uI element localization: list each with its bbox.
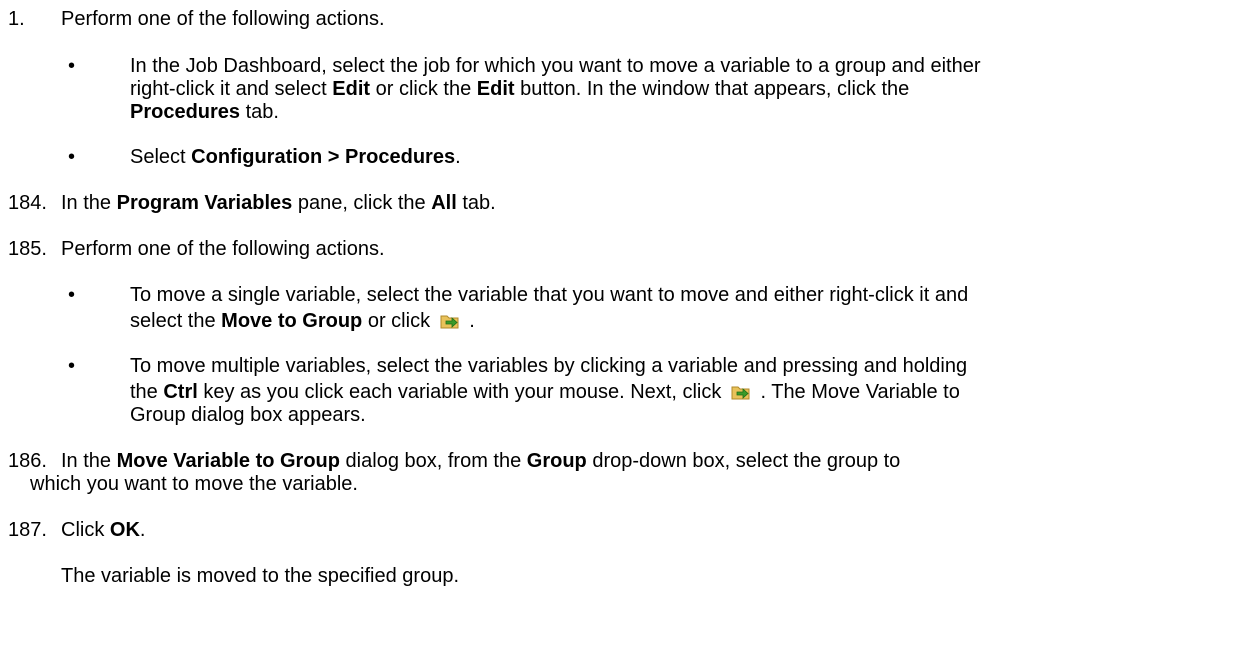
step-number: 184. — [8, 192, 47, 214]
bullet-text: Procedures tab. — [130, 101, 279, 123]
step-number: 1. — [8, 8, 25, 30]
step-text: which you want to move the variable. — [30, 473, 358, 495]
bullet-icon: • — [68, 55, 76, 77]
step-text: Perform one of the following actions. — [61, 8, 385, 30]
step-text: In the Program Variables pane, click the… — [61, 192, 496, 214]
bullet-icon: • — [68, 355, 76, 377]
bullet-text: select the Move to Group or click . — [130, 310, 475, 332]
step-number: 187. — [8, 519, 47, 541]
step-text: Click OK. — [61, 519, 146, 541]
step-result: The variable is moved to the specified g… — [61, 565, 459, 587]
bullet-text: Group dialog box appears. — [130, 404, 366, 426]
bullet-text: To move multiple variables, select the v… — [130, 355, 968, 377]
bullet-text: In the Job Dashboard, select the job for… — [130, 55, 981, 77]
bullet-text: right-click it and select Edit or click … — [130, 78, 910, 100]
bullet-icon: • — [68, 146, 76, 168]
bullet-text: the Ctrl key as you click each variable … — [130, 381, 960, 403]
bullet-text: To move a single variable, select the va… — [130, 284, 969, 306]
step-number: 185. — [8, 238, 47, 260]
bullet-text: Select Configuration > Procedures. — [130, 146, 461, 168]
bullet-icon: • — [68, 284, 76, 306]
step-text: Perform one of the following actions. — [61, 238, 385, 260]
move-to-group-icon — [731, 386, 750, 400]
move-to-group-icon — [440, 315, 459, 329]
step-text: In the Move Variable to Group dialog box… — [61, 450, 901, 472]
step-number: 186. — [8, 450, 47, 472]
